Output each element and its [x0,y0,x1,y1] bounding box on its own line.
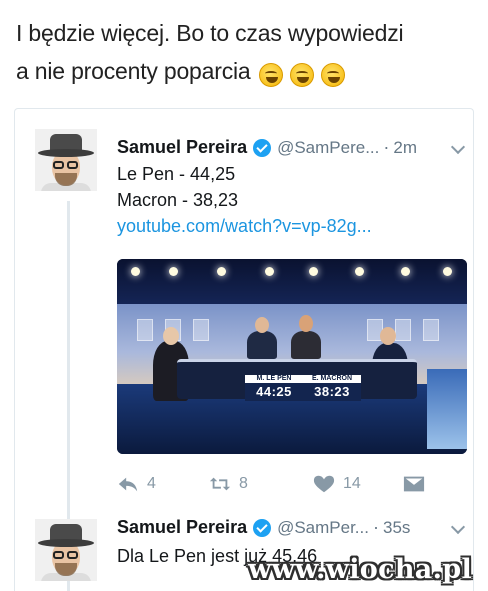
reply-icon [118,477,138,492]
reply-count: 4 [147,475,156,492]
tweet-header: Samuel Pereira @SamPere... · 2m [117,137,417,158]
verified-badge-icon [253,518,272,537]
tweet-text-line: Macron - 38,23 [117,190,239,210]
debate-speaking-time-scoreboard: M. LE PEN 44:25 E. MACRON 38:23 [245,375,361,401]
retweet-icon [209,477,231,491]
laughing-emoji-icon [321,62,346,87]
tweet-actions: 4 8 14 [117,474,447,498]
score-macron: E. MACRON 38:23 [303,375,361,401]
video-thumbnail[interactable]: M. LE PEN 44:25 E. MACRON 38:23 [117,259,467,454]
site-watermark: www.wiocha.pl [248,554,472,585]
caption-line-1: I będzie więcej. Bo to czas wypowiedzi [16,20,404,46]
tweet-thread-card: Samuel Pereira @SamPere... · 2m Le Pen -… [14,108,474,591]
like-icon [313,475,335,493]
author-handle[interactable]: @SamPere... [277,138,379,158]
tweet-timestamp[interactable]: 2m [393,138,417,158]
laughing-emoji-icon [289,62,314,87]
tweet-timestamp[interactable]: 35s [383,518,410,538]
reply-button[interactable]: 4 [117,474,156,494]
verified-badge-icon [253,138,272,157]
avatar[interactable] [35,129,97,191]
caption-line-2-text: a nie procenty poparcia [16,58,251,84]
score-le-pen: M. LE PEN 44:25 [245,375,303,401]
youtube-link[interactable]: youtube.com/watch?v=vp-82g... [117,213,372,239]
retweet-count: 8 [239,475,248,492]
tweet-text: Le Pen - 44,25 Macron - 38,23 youtube.co… [117,161,372,239]
direct-message-button[interactable] [403,474,433,494]
like-button[interactable]: 14 [313,474,361,494]
caption-line-2: a nie procenty poparcia [16,52,476,92]
author-name[interactable]: Samuel Pereira [117,137,247,158]
tweet-header: Samuel Pereira @SamPer... · 35s [117,517,410,538]
retweet-button[interactable]: 8 [209,474,248,494]
laughing-emoji-icon [258,62,283,87]
separator-dot: · [372,517,379,537]
author-name[interactable]: Samuel Pereira [117,517,247,538]
emoji-group [258,54,346,92]
chevron-down-icon[interactable] [450,139,466,155]
chevron-down-icon[interactable] [450,519,466,535]
meme-caption: I będzie więcej. Bo to czas wypowiedzi a… [16,14,476,92]
separator-dot: · [383,137,390,157]
like-count: 14 [343,475,361,492]
direct-message-icon [403,476,425,492]
avatar[interactable] [35,519,97,581]
author-handle[interactable]: @SamPer... [277,518,369,538]
tweet-text-line: Le Pen - 44,25 [117,164,236,184]
